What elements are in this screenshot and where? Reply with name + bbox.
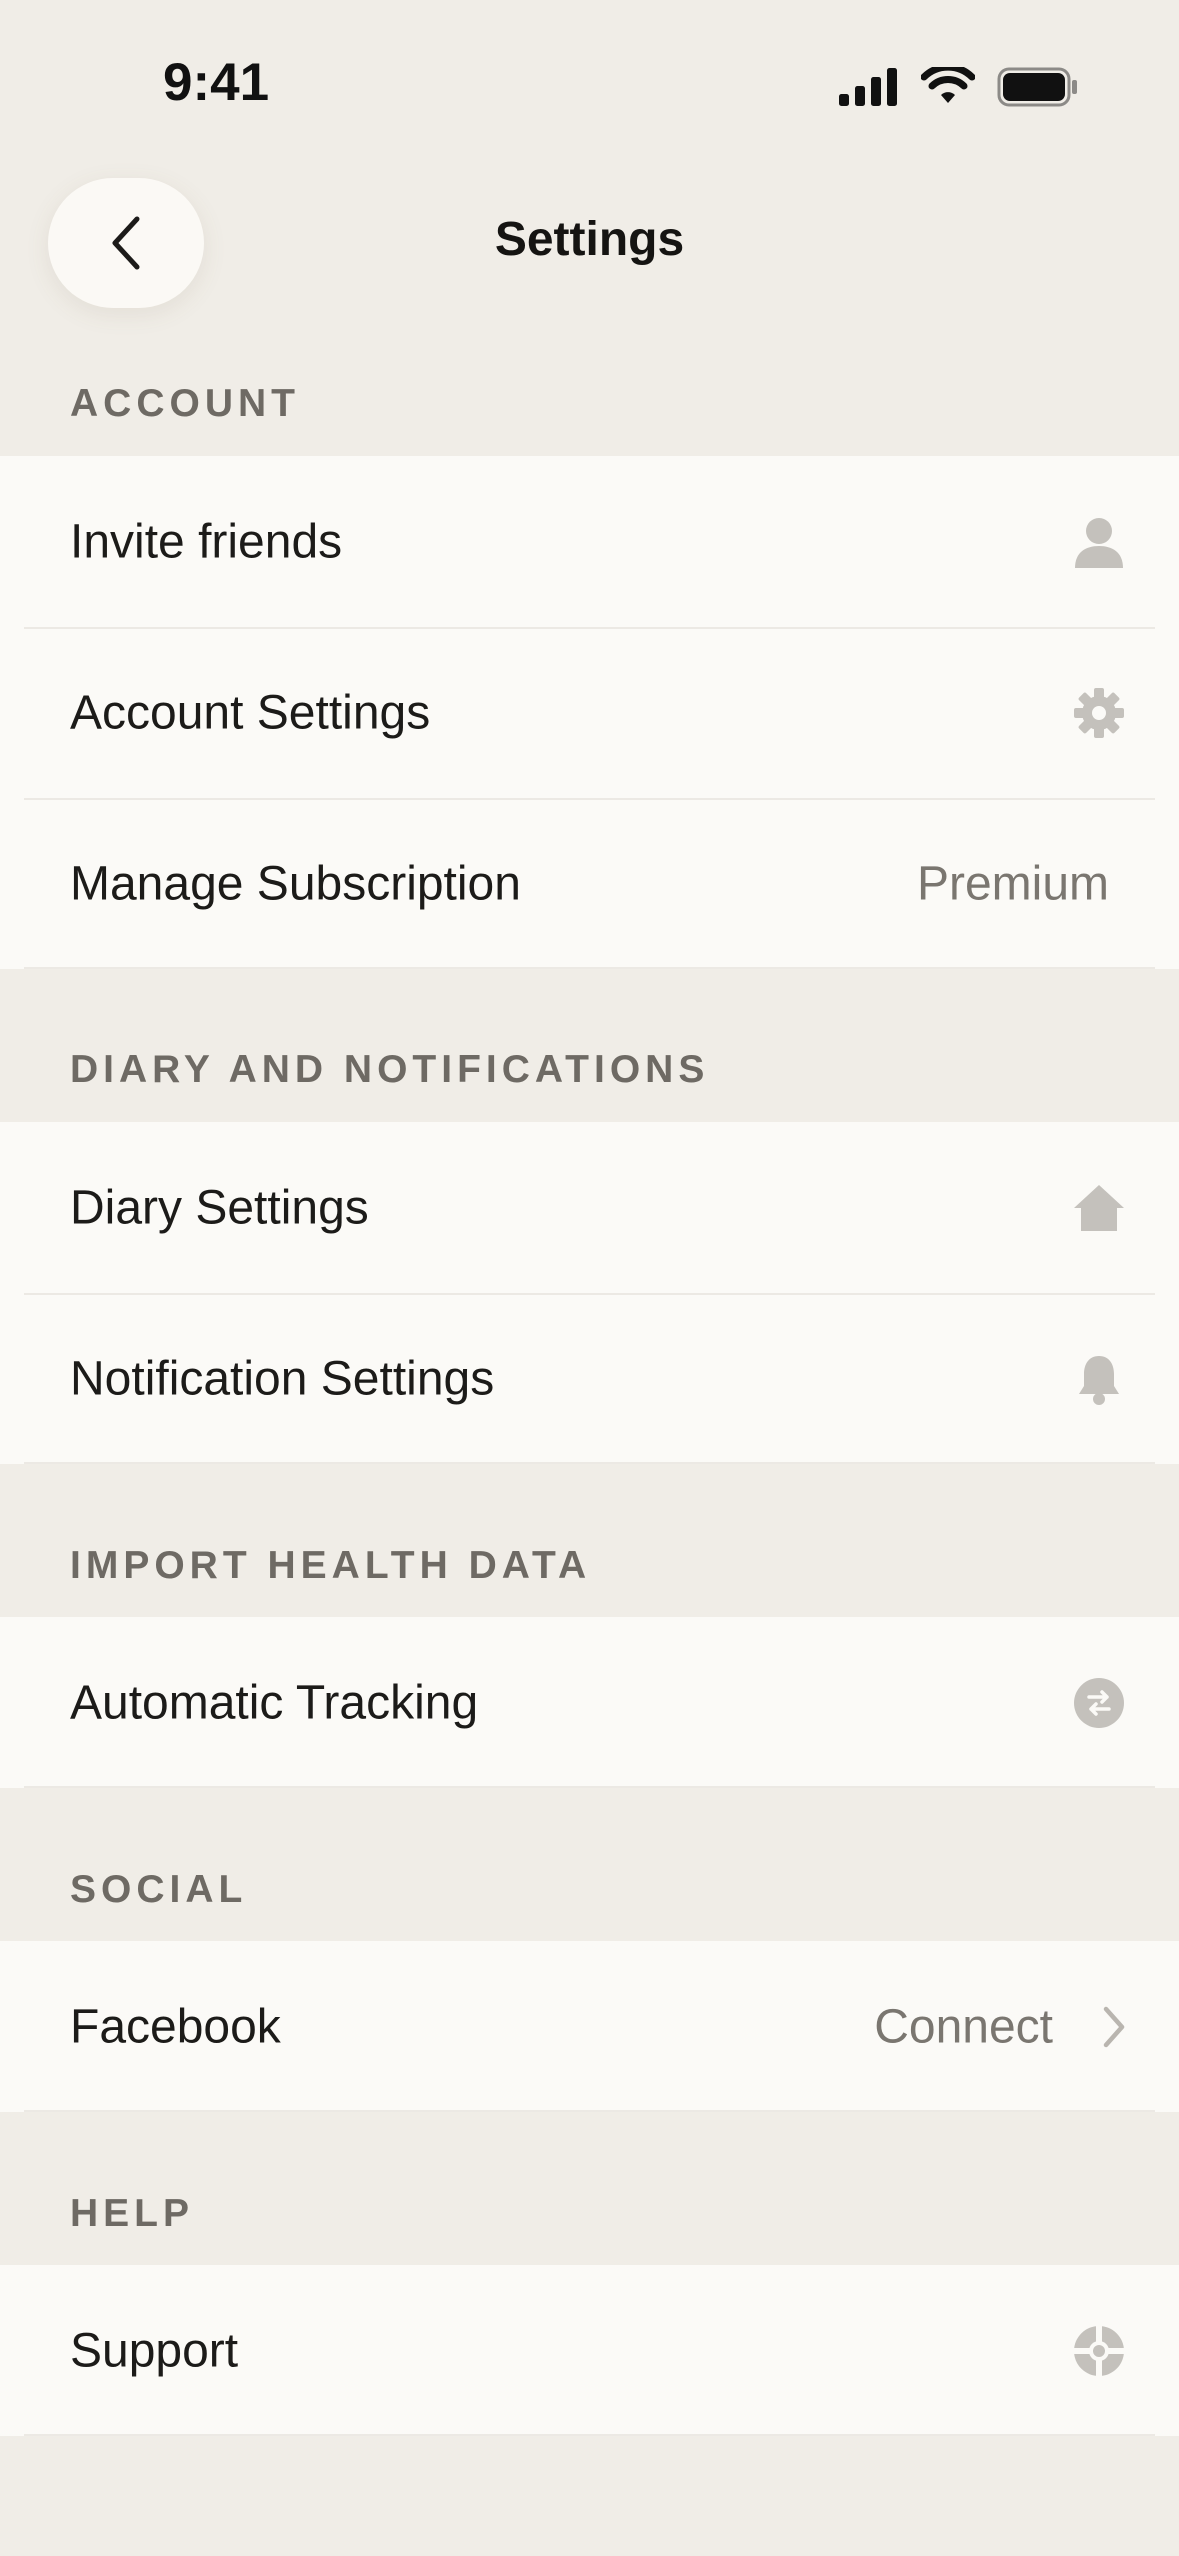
- battery-icon: [997, 67, 1077, 107]
- cellular-signal-icon: [839, 68, 897, 106]
- manage-subscription-row[interactable]: Manage Subscription Premium: [0, 798, 1179, 969]
- row-label: Facebook: [70, 2000, 281, 2053]
- row-label: Notification Settings: [70, 1352, 495, 1405]
- row-label: Diary Settings: [70, 1181, 369, 1234]
- row-label: Invite friends: [70, 515, 343, 568]
- lifebuoy-icon: [1071, 2323, 1127, 2379]
- row-label: Manage Subscription: [70, 857, 521, 910]
- status-bar: 9:41: [0, 0, 1179, 160]
- social-group: Facebook Connect: [0, 1941, 1179, 2112]
- diary-settings-row[interactable]: Diary Settings: [0, 1122, 1179, 1293]
- gear-icon: [1071, 685, 1127, 741]
- invite-friends-row[interactable]: Invite friends: [0, 456, 1179, 627]
- section-header-account: ACCOUNT: [70, 382, 300, 425]
- row-label: Account Settings: [70, 686, 431, 739]
- person-icon: [1071, 514, 1127, 570]
- status-time: 9:41: [163, 53, 270, 112]
- bell-icon: [1071, 1351, 1127, 1407]
- help-group: Support: [0, 2265, 1179, 2436]
- status-icons: [839, 62, 1079, 112]
- account-settings-row[interactable]: Account Settings: [0, 627, 1179, 798]
- section-header-health: IMPORT HEALTH DATA: [70, 1544, 592, 1587]
- automatic-tracking-row[interactable]: Automatic Tracking: [0, 1617, 1179, 1788]
- row-label: Support: [70, 2324, 239, 2377]
- sync-arrows-icon: [1071, 1675, 1127, 1731]
- section-header-help: HELP: [70, 2192, 195, 2235]
- section-header-social: SOCIAL: [70, 1868, 248, 1911]
- diary-group: Diary Settings Notification Settings: [0, 1122, 1179, 1464]
- notification-settings-row[interactable]: Notification Settings: [0, 1293, 1179, 1464]
- page-title: Settings: [494, 213, 685, 266]
- section-header-diary: DIARY AND NOTIFICATIONS: [70, 1048, 710, 1091]
- facebook-connect-status: Connect: [874, 2000, 1053, 2053]
- subscription-status: Premium: [916, 857, 1109, 910]
- facebook-row[interactable]: Facebook Connect: [0, 1941, 1179, 2112]
- wifi-icon: [921, 67, 975, 103]
- support-row[interactable]: Support: [0, 2265, 1179, 2436]
- health-group: Automatic Tracking: [0, 1617, 1179, 1788]
- row-label: Automatic Tracking: [70, 1676, 479, 1729]
- chevron-right-icon: [1103, 2006, 1125, 2047]
- account-group: Invite friends Account Settings Manage S…: [0, 456, 1179, 969]
- home-icon: [1071, 1180, 1127, 1236]
- nav-bar: Settings: [0, 170, 1179, 320]
